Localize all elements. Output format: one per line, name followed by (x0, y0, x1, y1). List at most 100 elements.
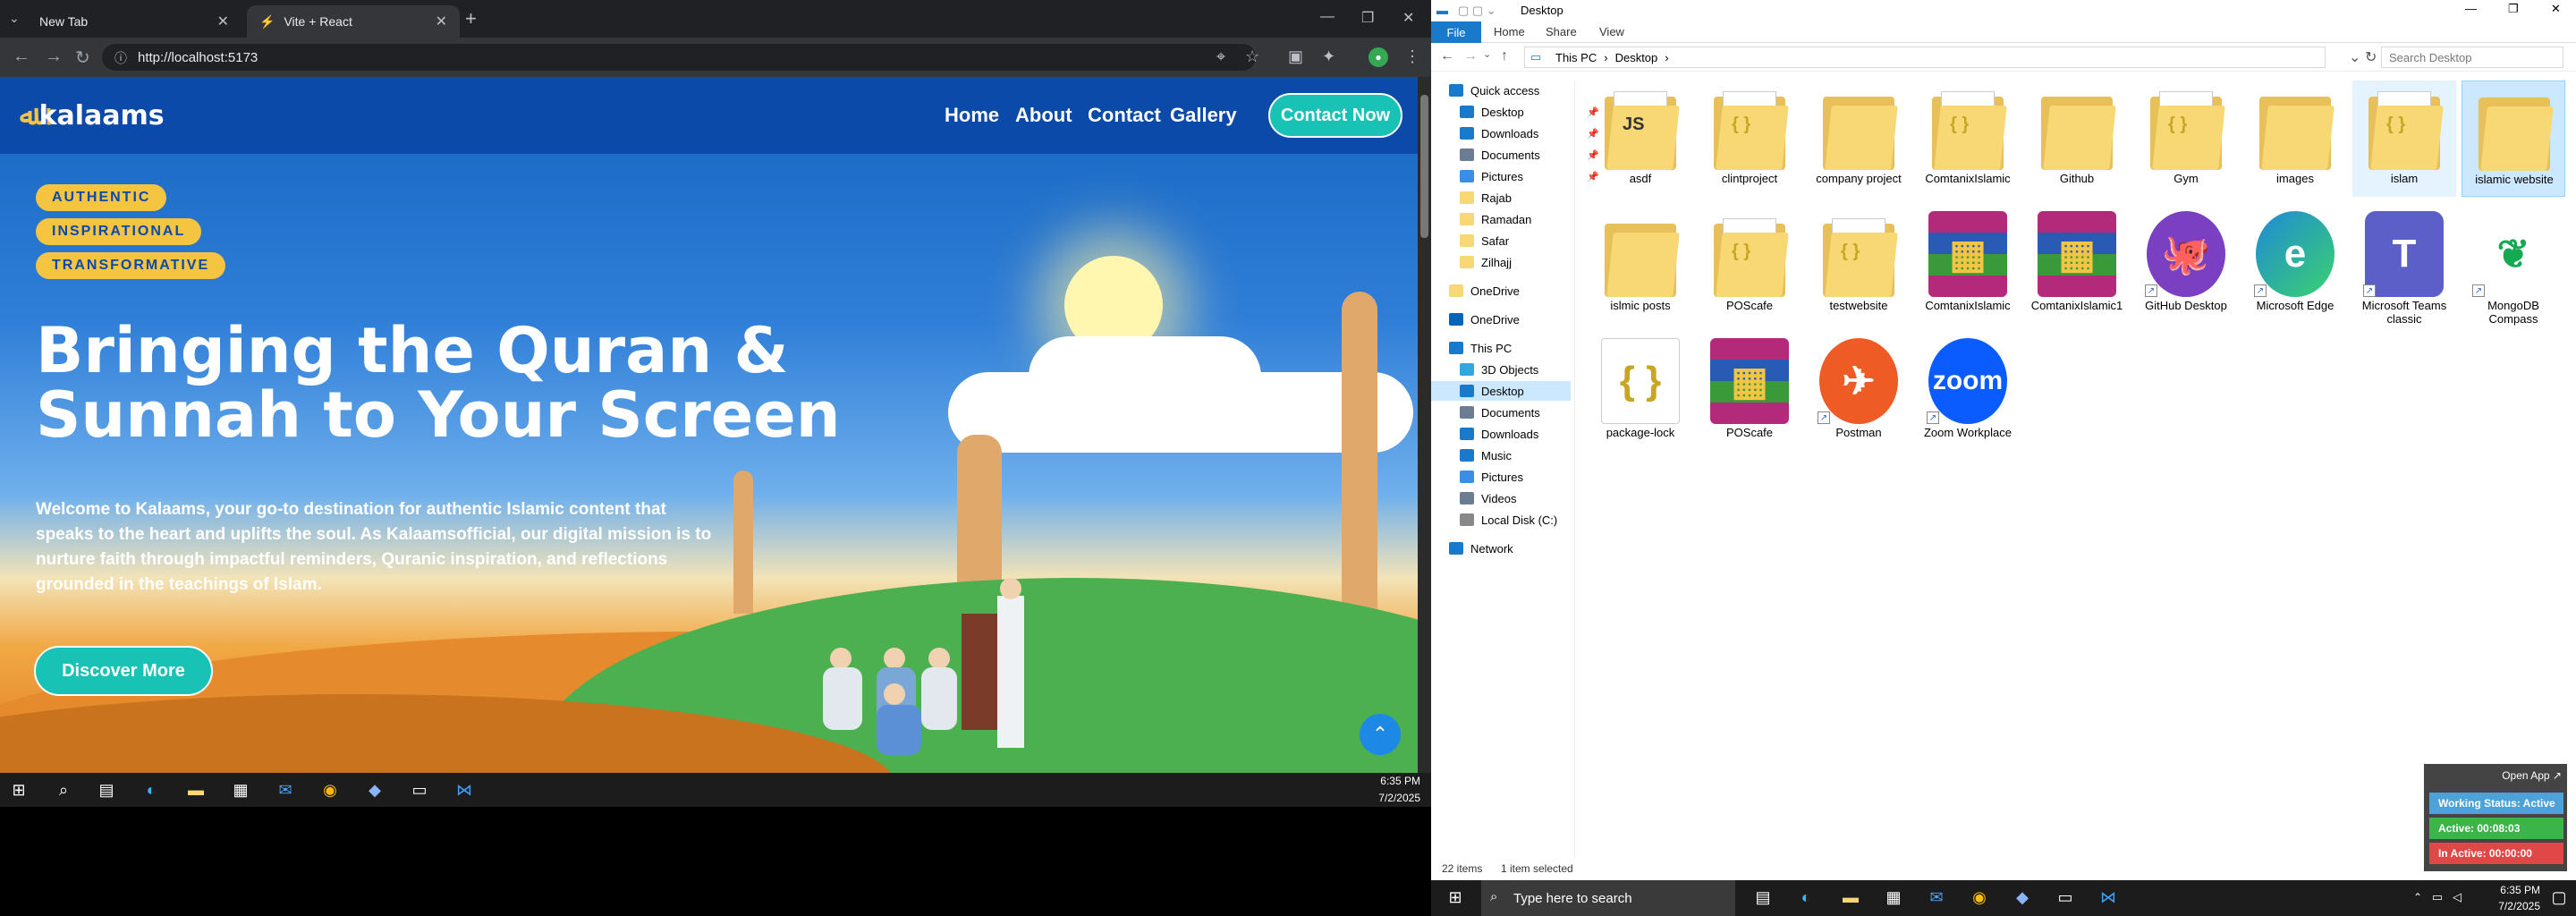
nav-item-3d-objects[interactable]: 3D Objects (1460, 360, 1538, 379)
file-item[interactable]: ❦ ↗ MongoDB Compass (2462, 208, 2565, 326)
clock[interactable]: 6:35 PM 7/2/2025 (2498, 882, 2540, 914)
store-icon[interactable]: ▦ (1882, 886, 1905, 909)
tab-new-tab[interactable]: New Tab ✕ (27, 5, 242, 38)
file-item[interactable]: { } POScafe (1698, 208, 1801, 324)
store-icon[interactable]: ▦ (229, 778, 252, 802)
nav-home[interactable]: Home (945, 104, 999, 127)
nav-item-quick-access[interactable]: Quick access (1449, 81, 1539, 100)
nav-item-onedrive[interactable]: OneDrive (1449, 281, 1520, 301)
search-icon[interactable]: ⌕ (52, 778, 75, 802)
nav-item-network[interactable]: Network (1449, 539, 1513, 558)
ribbon-tab-view[interactable]: View (1599, 25, 1624, 38)
nav-item-pictures[interactable]: Pictures 📌 (1460, 166, 1599, 186)
file-item[interactable]: { } islam (2352, 81, 2456, 197)
nav-item-ramadan[interactable]: Ramadan (1460, 209, 1531, 229)
nav-about[interactable]: About (1015, 104, 1072, 127)
contact-now-button[interactable]: Contact Now (1268, 93, 1402, 138)
tab-vite-react[interactable]: ⚡ Vite + React ✕ (247, 5, 460, 38)
file-item[interactable]: { } ComtanixIslamic (1916, 81, 2020, 197)
file-item[interactable]: { } clintproject (1698, 81, 1801, 197)
recent-locations-icon[interactable]: ⌄ (1483, 48, 1491, 60)
maximize-icon[interactable]: ❐ (2508, 2, 2519, 16)
site-info-icon[interactable]: ⓘ (114, 49, 127, 67)
site-logo[interactable]: ﷲ kalaams (20, 100, 165, 131)
file-item[interactable]: Github (2025, 81, 2129, 197)
scroll-to-top-button[interactable]: ⌃ (1360, 714, 1401, 755)
file-item[interactable]: ▦ ComtanixIslamic (1916, 208, 2020, 324)
extension-icon[interactable]: ▣ (1288, 47, 1303, 66)
terminal-icon[interactable]: ▭ (408, 778, 431, 802)
close-tab-icon[interactable]: ✕ (436, 13, 447, 30)
file-item[interactable]: e ↗ Microsoft Edge (2243, 208, 2347, 324)
page-scrollbar[interactable] (1418, 77, 1431, 773)
refresh-icon[interactable]: ↻ (2365, 48, 2377, 66)
file-item[interactable]: zoom ↗ Zoom Workplace (1916, 335, 2020, 451)
nav-item-videos[interactable]: Videos (1460, 488, 1517, 508)
nav-item-downloads[interactable]: Downloads (1460, 424, 1538, 444)
file-item[interactable]: islmic posts (1589, 208, 1692, 324)
mail-icon[interactable]: ✉ (274, 778, 297, 802)
nav-item-documents[interactable]: Documents (1460, 403, 1540, 422)
breadcrumb-this-pc[interactable]: This PC (1555, 51, 1597, 64)
file-explorer-icon[interactable]: ▬ (184, 778, 208, 802)
open-app-link[interactable]: Open App ↗ (2502, 769, 2562, 782)
ribbon-tab-home[interactable]: Home (1494, 25, 1525, 38)
notifications-icon[interactable]: ▢ (2547, 886, 2571, 909)
bookmark-star-icon[interactable]: ☆ (1245, 47, 1259, 66)
nav-item-rajab[interactable]: Rajab (1460, 188, 1512, 208)
windows-start-icon[interactable]: ⊞ (1444, 886, 1467, 909)
nav-item-desktop[interactable]: Desktop 📌 (1460, 102, 1599, 122)
nav-item-safar[interactable]: Safar (1460, 231, 1509, 250)
nav-item-downloads[interactable]: Downloads 📌 (1460, 123, 1599, 143)
close-tab-icon[interactable]: ✕ (217, 13, 229, 30)
pane-divider[interactable] (1574, 81, 1575, 859)
scroll-thumb[interactable] (1420, 95, 1428, 238)
extensions-puzzle-icon[interactable]: ✦ (1322, 47, 1335, 66)
chrome-icon[interactable]: ◉ (318, 778, 342, 802)
file-item[interactable]: { } Gym (2134, 81, 2238, 197)
taskbar-search[interactable]: ⌕ Type here to search (1481, 880, 1735, 916)
forward-icon[interactable]: → (1463, 48, 1478, 64)
edge-icon[interactable]: ◐ (1794, 886, 1818, 909)
file-item[interactable]: T ↗ Microsoft Teams classic (2352, 208, 2456, 326)
edge-icon[interactable]: ◐ (140, 778, 163, 802)
chrome-icon[interactable]: ◉ (1968, 886, 1991, 909)
dropdown-icon[interactable]: ⌄ (2349, 48, 2360, 66)
back-icon[interactable]: ← (13, 47, 30, 67)
file-item[interactable]: { } testwebsite (1807, 208, 1911, 324)
nav-item-desktop[interactable]: Desktop (1431, 381, 1571, 401)
file-item[interactable]: 🐙 ↗ GitHub Desktop (2134, 208, 2238, 324)
task-view-icon[interactable]: ▤ (95, 778, 118, 802)
reload-icon[interactable]: ↻ (75, 47, 90, 69)
tab-search-icon[interactable]: ⌄ (9, 11, 20, 26)
vscode-icon[interactable]: ⋈ (453, 778, 476, 802)
address-bar[interactable]: ▭ This PC › Desktop › (1524, 47, 2326, 68)
breadcrumb-desktop[interactable]: Desktop (1615, 51, 1658, 64)
maximize-icon[interactable]: ❐ (1361, 9, 1374, 27)
forward-icon[interactable]: → (45, 47, 63, 67)
minimize-icon[interactable]: — (1320, 9, 1335, 25)
location-icon[interactable]: ⌖ (1216, 47, 1225, 66)
file-explorer-icon[interactable]: ▬ (1839, 886, 1862, 909)
vscode-icon[interactable]: ⋈ (2097, 886, 2120, 909)
nav-gallery[interactable]: Gallery (1170, 104, 1237, 127)
nav-contact[interactable]: Contact (1088, 104, 1161, 127)
app-icon[interactable]: ◆ (2011, 886, 2034, 909)
nav-item-this-pc[interactable]: This PC (1449, 338, 1512, 358)
up-icon[interactable]: ↑ (1501, 48, 1508, 64)
search-input[interactable]: Search Desktop (2381, 47, 2563, 68)
address-bar[interactable]: ⓘ http://localhost:5173 (102, 44, 1256, 71)
task-view-icon[interactable]: ▤ (1751, 886, 1775, 909)
nav-item-pictures[interactable]: Pictures (1460, 467, 1523, 487)
windows-start-icon[interactable]: ⊞ (7, 778, 30, 802)
nav-item-local-disk-c-[interactable]: Local Disk (C:) (1460, 510, 1557, 530)
discover-more-button[interactable]: Discover More (34, 646, 213, 696)
back-icon[interactable]: ← (1440, 48, 1454, 64)
nav-item-onedrive[interactable]: OneDrive (1449, 310, 1520, 329)
new-tab-icon[interactable]: + (465, 7, 477, 30)
nav-item-zilhajj[interactable]: Zilhajj (1460, 252, 1512, 272)
file-item[interactable]: { } package-lock (1589, 335, 1692, 451)
file-item[interactable]: images (2243, 81, 2347, 197)
file-item[interactable]: JS asdf (1589, 81, 1692, 197)
quick-access-toolbar-icon[interactable]: ▢ ▢ ⌄ (1458, 4, 1496, 18)
